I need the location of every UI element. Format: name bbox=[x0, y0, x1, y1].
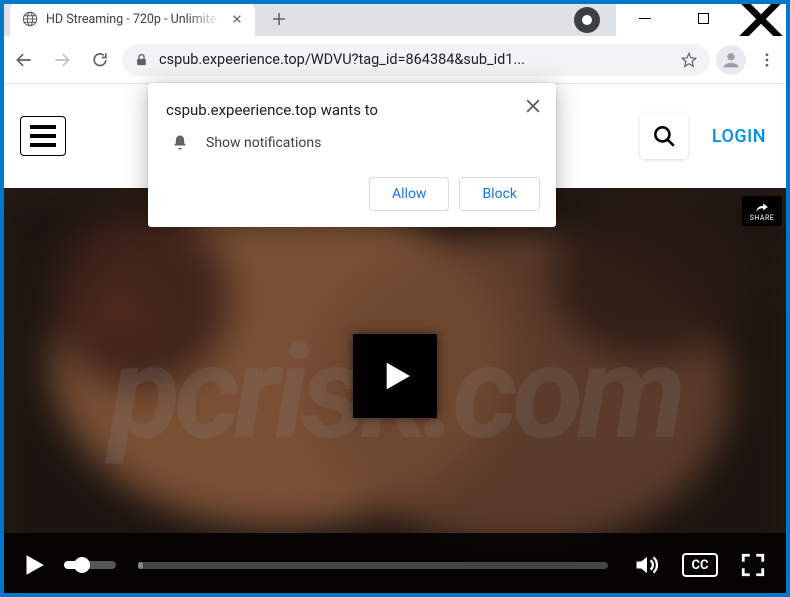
search-icon bbox=[651, 123, 677, 149]
dialog-title: cspub.expeerience.top wants to bbox=[166, 101, 540, 119]
share-icon bbox=[755, 201, 769, 213]
window-minimize-button[interactable] bbox=[616, 0, 674, 37]
play-icon bbox=[375, 356, 415, 396]
login-link[interactable]: LOGIN bbox=[712, 126, 766, 147]
profile-button[interactable] bbox=[716, 45, 746, 75]
reload-icon bbox=[90, 50, 110, 70]
video-controls: CC bbox=[0, 533, 790, 597]
new-tab-button[interactable] bbox=[265, 5, 293, 33]
tab-strip: HD Streaming - 720p - Unlimited bbox=[0, 0, 616, 36]
minimize-icon bbox=[639, 18, 651, 20]
bookmark-star-icon[interactable] bbox=[680, 51, 698, 69]
seek-bar[interactable] bbox=[138, 562, 608, 569]
volume-slider[interactable] bbox=[64, 561, 116, 569]
arrow-left-icon bbox=[14, 50, 34, 70]
guest-profile-indicator[interactable] bbox=[574, 7, 600, 33]
site-menu-button[interactable] bbox=[20, 116, 66, 156]
allow-button[interactable]: Allow bbox=[369, 177, 449, 211]
globe-favicon-icon bbox=[22, 11, 38, 27]
block-button[interactable]: Block bbox=[459, 177, 540, 211]
site-search-button[interactable] bbox=[640, 113, 688, 159]
reload-button[interactable] bbox=[84, 44, 116, 76]
close-icon bbox=[526, 99, 540, 113]
tab-title: HD Streaming - 720p - Unlimited bbox=[46, 12, 223, 27]
hamburger-line-icon bbox=[30, 125, 56, 129]
share-button[interactable]: SHARE bbox=[742, 196, 782, 226]
plus-icon bbox=[272, 12, 286, 26]
volume-icon bbox=[633, 551, 661, 579]
play-pause-button[interactable] bbox=[20, 552, 46, 578]
arrow-right-icon bbox=[52, 50, 72, 70]
address-bar[interactable]: cspub.expeerience.top/WDVU?tag_id=864384… bbox=[122, 44, 710, 76]
url-text: cspub.expeerience.top/WDVU?tag_id=864384… bbox=[159, 51, 670, 68]
browser-menu-button[interactable] bbox=[752, 45, 782, 75]
share-label: SHARE bbox=[750, 214, 775, 222]
person-icon bbox=[720, 49, 742, 71]
browser-toolbar: cspub.expeerience.top/WDVU?tag_id=864384… bbox=[0, 36, 790, 84]
close-icon bbox=[232, 14, 242, 24]
forward-button[interactable] bbox=[46, 44, 78, 76]
browser-tab[interactable]: HD Streaming - 720p - Unlimited bbox=[10, 2, 255, 36]
lock-icon bbox=[134, 52, 149, 67]
fullscreen-icon bbox=[740, 552, 766, 578]
permission-dialog: cspub.expeerience.top wants to Show noti… bbox=[148, 83, 556, 227]
play-icon bbox=[20, 552, 46, 578]
volume-thumb bbox=[74, 557, 90, 573]
fullscreen-button[interactable] bbox=[736, 548, 770, 582]
tab-close-button[interactable] bbox=[229, 11, 245, 27]
seek-fill bbox=[138, 562, 143, 569]
hamburger-line-icon bbox=[30, 143, 56, 147]
window-maximize-button[interactable] bbox=[674, 0, 732, 37]
maximize-icon bbox=[698, 13, 709, 24]
permission-label: Show notifications bbox=[206, 135, 321, 151]
kebab-icon bbox=[758, 51, 776, 69]
bell-icon bbox=[170, 133, 190, 153]
hamburger-line-icon bbox=[30, 134, 56, 138]
volume-button[interactable] bbox=[630, 548, 664, 582]
dot-icon bbox=[582, 15, 592, 25]
captions-button[interactable]: CC bbox=[682, 553, 718, 577]
video-player[interactable]: pcrisk.com SHARE CC bbox=[0, 188, 790, 597]
window-close-button[interactable] bbox=[732, 0, 790, 37]
back-button[interactable] bbox=[8, 44, 40, 76]
center-play-button[interactable] bbox=[353, 334, 437, 418]
dialog-close-button[interactable] bbox=[524, 97, 542, 115]
